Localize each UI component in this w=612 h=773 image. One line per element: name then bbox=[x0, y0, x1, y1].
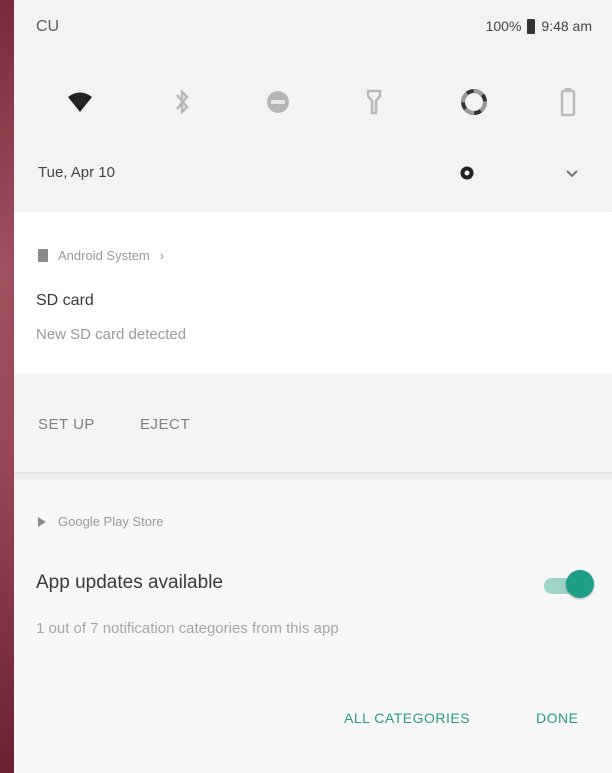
date-label: Tue, Apr 10 bbox=[38, 164, 115, 181]
app-name: Android System bbox=[58, 248, 150, 263]
status-bar: CU 100% 9:48 am bbox=[14, 18, 612, 46]
play-store-icon bbox=[38, 516, 46, 527]
status-right: 100% 9:48 am bbox=[486, 18, 592, 34]
auto-rotate-icon bbox=[461, 89, 487, 115]
all-categories-button[interactable]: ALL CATEGORIES bbox=[344, 710, 470, 726]
notification-header: Google Play Store bbox=[38, 514, 164, 529]
clock: 9:48 am bbox=[541, 18, 592, 34]
sd-card-icon bbox=[38, 249, 48, 262]
chevron-down-icon bbox=[566, 170, 578, 178]
set-up-button[interactable]: SET UP bbox=[38, 416, 95, 433]
battery-icon bbox=[527, 18, 536, 34]
settings-button[interactable] bbox=[456, 162, 478, 184]
toggle-thumb bbox=[566, 570, 594, 598]
flashlight-icon bbox=[366, 89, 382, 115]
date-row: Tue, Apr 10 bbox=[14, 158, 612, 192]
eject-button[interactable]: EJECT bbox=[140, 416, 190, 433]
expand-arrow: › bbox=[159, 248, 165, 263]
carrier-label: CU bbox=[36, 18, 60, 35]
gear-icon bbox=[460, 166, 474, 180]
bluetooth-icon bbox=[176, 88, 189, 116]
battery-percent: 100% bbox=[485, 18, 522, 34]
notification-header: Android System › bbox=[38, 248, 164, 263]
bluetooth-tile[interactable] bbox=[160, 80, 204, 124]
notification-title: App updates available bbox=[36, 572, 223, 593]
notification-text: 1 out of 7 notification categories from … bbox=[36, 620, 339, 637]
notifications-toggle[interactable] bbox=[542, 570, 594, 600]
dnd-tile[interactable] bbox=[256, 80, 300, 124]
quick-settings-panel: CU 100% 9:48 am Tue, Apr 10 bbox=[14, 0, 612, 212]
wifi-icon bbox=[68, 92, 92, 112]
flashlight-tile[interactable] bbox=[352, 80, 396, 124]
app-name: Google Play Store bbox=[58, 514, 164, 529]
expand-button[interactable] bbox=[560, 162, 584, 186]
battery-saver-tile[interactable] bbox=[546, 80, 590, 124]
quick-settings-tiles bbox=[14, 80, 612, 124]
do-not-disturb-icon bbox=[267, 91, 289, 113]
notification-shade: CU 100% 9:48 am Tue, Apr 10 Android Syst… bbox=[14, 0, 612, 773]
battery-saver-icon bbox=[560, 88, 576, 117]
notification-title: SD card bbox=[36, 292, 94, 309]
wifi-tile[interactable] bbox=[58, 80, 102, 124]
done-button[interactable]: DONE bbox=[536, 710, 578, 726]
play-store-notification[interactable]: Google Play Store App updates available … bbox=[14, 480, 612, 773]
sd-card-notification[interactable]: Android System › SD card New SD card det… bbox=[14, 212, 612, 374]
sd-card-actions: SET UP EJECT bbox=[14, 374, 612, 472]
notification-text: New SD card detected bbox=[36, 326, 187, 343]
auto-rotate-tile[interactable] bbox=[452, 80, 496, 124]
